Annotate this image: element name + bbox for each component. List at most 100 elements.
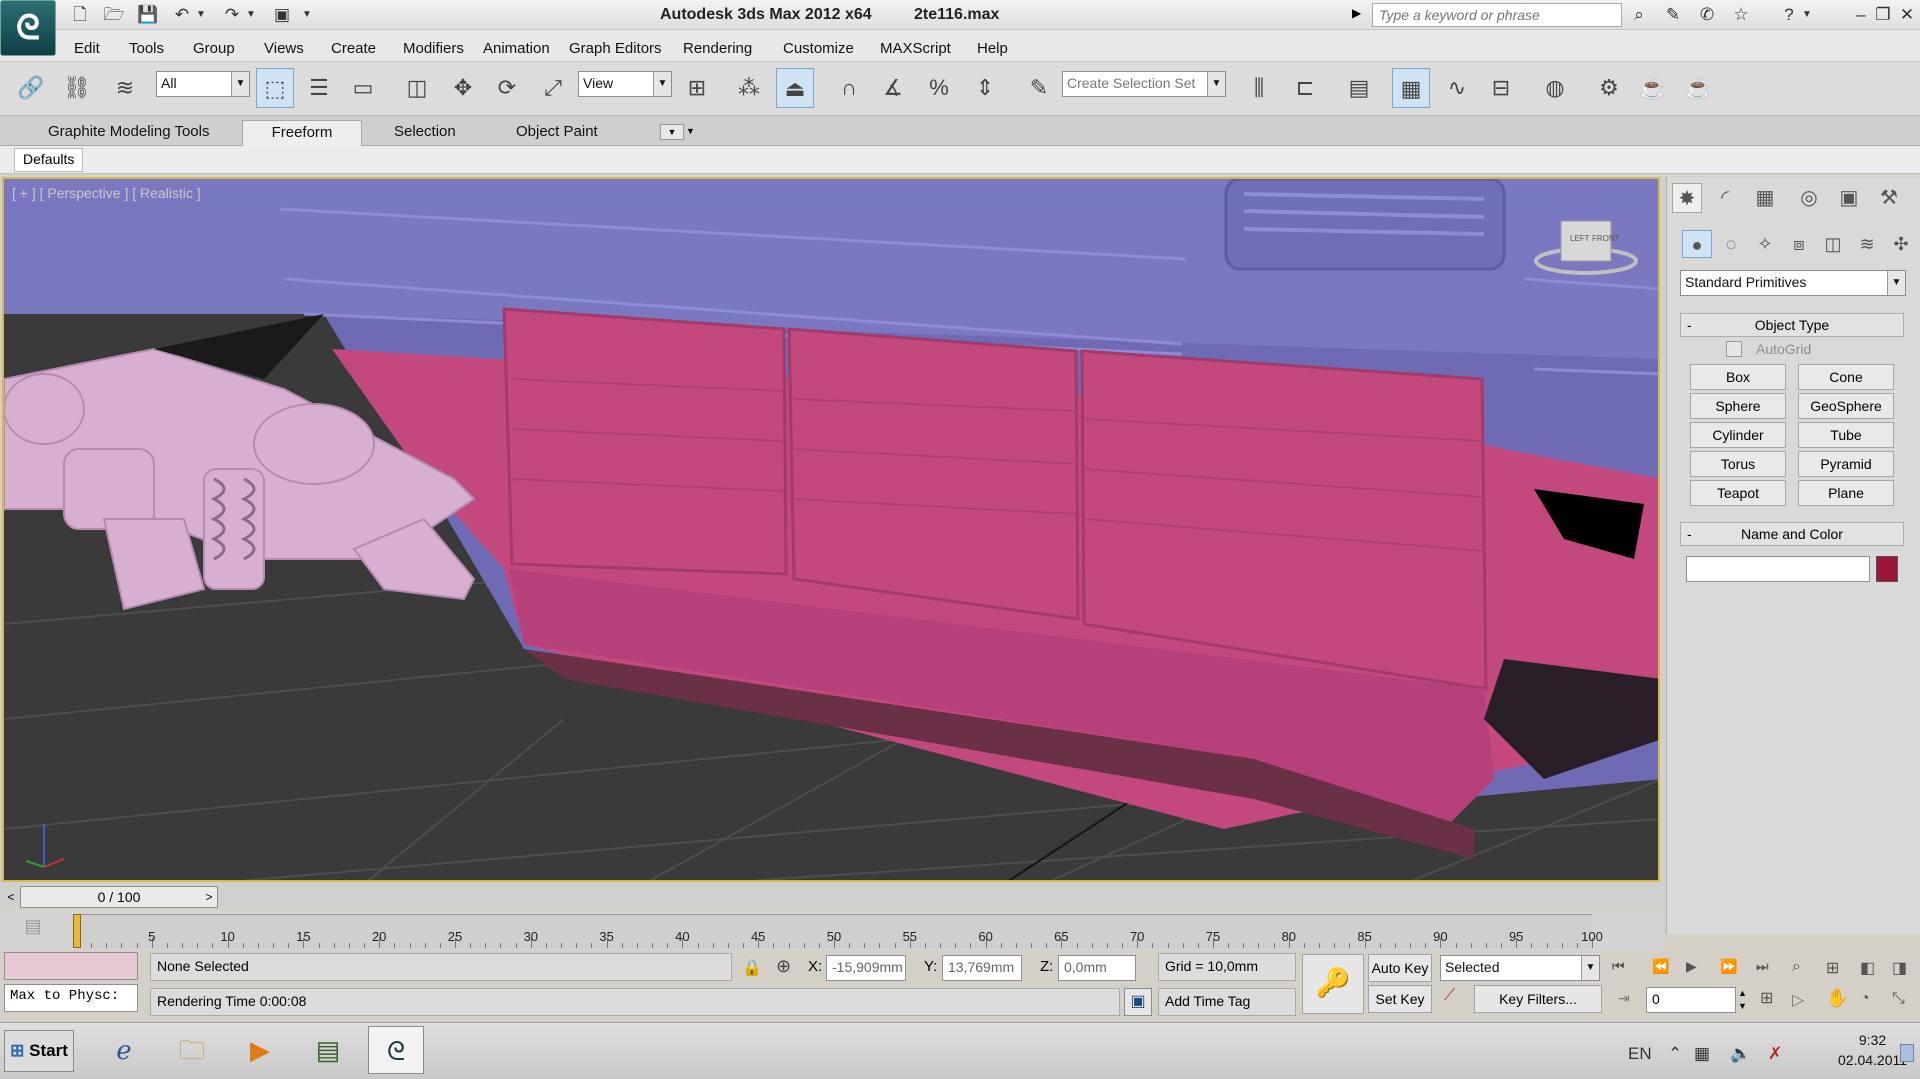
viewport-label[interactable]: [ + ] [ Perspective ] [ Realistic ]	[12, 185, 201, 201]
help-dropdown-icon[interactable]: ▼	[1800, 3, 1814, 27]
zoom-all-icon[interactable]: ⊞	[1826, 958, 1839, 978]
play-icon[interactable]: ▶	[1686, 958, 1697, 975]
go-to-end-icon[interactable]: ⏭	[1756, 958, 1769, 975]
select-by-name-icon[interactable]: ☰	[300, 68, 338, 108]
geosphere-button[interactable]: GeoSphere	[1798, 393, 1894, 419]
infocenter-collapse-icon[interactable]: ▶	[1352, 6, 1361, 20]
select-and-manipulate-icon[interactable]: ⁂	[730, 68, 768, 108]
add-time-tag[interactable]: Add Time Tag	[1158, 988, 1296, 1016]
open-file-icon[interactable]: 🗁	[102, 3, 126, 27]
torus-button[interactable]: Torus	[1690, 451, 1786, 477]
mini-curve-editor-icon[interactable]: ▤	[18, 916, 48, 942]
ribbon-options-dropdown-icon[interactable]: ▼	[686, 126, 695, 136]
save-icon[interactable]: 💾	[136, 3, 160, 27]
menu-modifiers[interactable]: Modifiers	[403, 40, 464, 57]
current-frame-field[interactable]: 0	[1646, 987, 1736, 1013]
render-setup-icon[interactable]: ⚙	[1590, 68, 1628, 108]
favorites-star-icon[interactable]: ☆	[1728, 3, 1754, 27]
time-cursor[interactable]	[73, 914, 81, 948]
key-mode-dropdown[interactable]: Selected ▼	[1440, 955, 1600, 981]
undo-dropdown-icon[interactable]: ▼	[194, 3, 208, 27]
primitive-type-dropdown[interactable]: Standard Primitives ▼	[1680, 270, 1906, 296]
project-folder-icon[interactable]: ▣	[270, 3, 294, 27]
z-coordinate-field[interactable]: 0,0mm	[1058, 955, 1136, 981]
space-warps-icon[interactable]: ≋	[1852, 230, 1882, 258]
menu-create[interactable]: Create	[331, 40, 376, 57]
create-panel-icon[interactable]: ✸	[1672, 183, 1702, 213]
frame-spinner-icon[interactable]: ▲ ▼	[1738, 987, 1750, 1013]
render-production-icon[interactable]: ☕	[1680, 68, 1718, 108]
menu-help[interactable]: Help	[977, 40, 1008, 57]
reference-coordinate-dropdown[interactable]: View ▼	[578, 71, 672, 97]
show-hidden-icons-icon[interactable]: ⌃	[1668, 1044, 1682, 1064]
previous-frame-icon[interactable]: ⏪	[1652, 958, 1669, 975]
systems-icon[interactable]: ✣	[1886, 230, 1916, 258]
system-clock[interactable]: 9:32 02.04.2011	[1838, 1030, 1907, 1070]
edit-named-selection-icon[interactable]: ✎	[1020, 68, 1058, 108]
object-color-swatch[interactable]	[1876, 556, 1898, 582]
set-key-icon[interactable]: 🔑	[1302, 954, 1364, 1014]
time-tag-icon[interactable]: ▣	[1124, 988, 1152, 1016]
auto-key-button[interactable]: Auto Key	[1368, 954, 1432, 982]
close-icon[interactable]: ✕	[1894, 3, 1920, 27]
go-to-start-icon[interactable]: ⏮	[1612, 958, 1625, 975]
key-filters-button[interactable]: Key Filters...	[1474, 985, 1602, 1013]
menu-group[interactable]: Group	[193, 40, 235, 57]
layer-manager-icon[interactable]: ▤	[1340, 68, 1378, 108]
window-crossing-icon[interactable]: ◫	[398, 68, 436, 108]
network-tray-icon[interactable]: ▦	[1694, 1044, 1710, 1064]
communication-center-icon[interactable]: ✆	[1694, 3, 1720, 27]
selection-filter-dropdown[interactable]: All ▼	[156, 71, 250, 97]
menu-graph-editors[interactable]: Graph Editors	[569, 40, 662, 57]
lights-icon[interactable]: ✧	[1750, 230, 1780, 258]
utilities-panel-icon[interactable]: ⚒	[1874, 183, 1904, 213]
select-and-link-icon[interactable]: 🔗	[12, 68, 50, 108]
ribbon-options-icon[interactable]: ▼	[660, 124, 684, 140]
zoom-icon[interactable]: ⌕	[1792, 958, 1801, 976]
set-key-button[interactable]: Set Key	[1368, 985, 1432, 1013]
named-selection-sets-dropdown[interactable]: Create Selection Set ▼	[1062, 71, 1226, 97]
time-slider[interactable]: 0 / 100	[20, 886, 218, 908]
menu-customize[interactable]: Customize	[783, 40, 854, 57]
media-player-icon[interactable]: ▶	[232, 1026, 288, 1074]
field-of-view-icon[interactable]: ▷	[1792, 990, 1804, 1010]
show-desktop-icon[interactable]	[1900, 1044, 1914, 1062]
tab-freeform[interactable]: Freeform	[242, 120, 362, 146]
pyramid-button[interactable]: Pyramid	[1798, 451, 1894, 477]
time-slider-next-icon[interactable]: >	[200, 886, 218, 908]
spinner-snap-icon[interactable]: ⇕	[966, 68, 1004, 108]
object-name-input[interactable]	[1686, 556, 1870, 582]
3ds-max-taskbar-icon[interactable]: ᘓ	[368, 1026, 424, 1074]
tab-object-paint[interactable]: Object Paint	[506, 120, 608, 146]
redo-icon[interactable]: ↷	[220, 3, 244, 27]
select-object-icon[interactable]: ⬚	[256, 68, 294, 108]
absolute-mode-transform-icon[interactable]: ⊕	[776, 956, 791, 977]
menu-views[interactable]: Views	[264, 40, 304, 57]
shapes-icon[interactable]: ◌	[1716, 230, 1746, 258]
display-panel-icon[interactable]: ▣	[1834, 183, 1864, 213]
pan-view-icon[interactable]: ✋	[1826, 988, 1848, 1009]
zoom-extents-icon[interactable]: ◧	[1860, 958, 1875, 978]
search-input[interactable]	[1372, 3, 1622, 27]
x-coordinate-field[interactable]: -15,909mm	[826, 955, 906, 981]
maxscript-mini-listener[interactable]: Max to Physc:	[4, 984, 138, 1012]
keyboard-shortcut-override-icon[interactable]: ⏏	[776, 68, 814, 108]
y-coordinate-field[interactable]: 13,769mm	[942, 955, 1022, 981]
align-icon[interactable]: ⊏	[1286, 68, 1324, 108]
next-frame-icon[interactable]: ⏩	[1720, 958, 1737, 975]
tab-graphite-modeling-tools[interactable]: Graphite Modeling Tools	[38, 120, 219, 146]
subscription-icon[interactable]: ✎	[1660, 3, 1686, 27]
select-and-move-icon[interactable]: ✥	[444, 68, 482, 108]
bind-to-space-warp-icon[interactable]: ≋	[106, 68, 144, 108]
volume-icon[interactable]: 🔈	[1730, 1044, 1751, 1064]
unlink-icon[interactable]: ⛓	[58, 68, 96, 108]
mirror-icon[interactable]: ⫼	[1240, 68, 1278, 108]
maximize-viewport-icon[interactable]: ⤡	[1892, 990, 1905, 1008]
time-slider-prev-icon[interactable]: <	[2, 886, 20, 908]
helpers-icon[interactable]: ◫	[1818, 230, 1848, 258]
help-icon[interactable]: ?	[1776, 3, 1802, 27]
restore-icon[interactable]: ❐	[1870, 3, 1896, 27]
qat-customize-icon[interactable]: ▼	[300, 3, 314, 27]
material-editor-icon[interactable]: ◍	[1536, 68, 1574, 108]
track-bar-ruler[interactable]: 0510152025303540455055606570758085909510…	[72, 914, 1603, 948]
